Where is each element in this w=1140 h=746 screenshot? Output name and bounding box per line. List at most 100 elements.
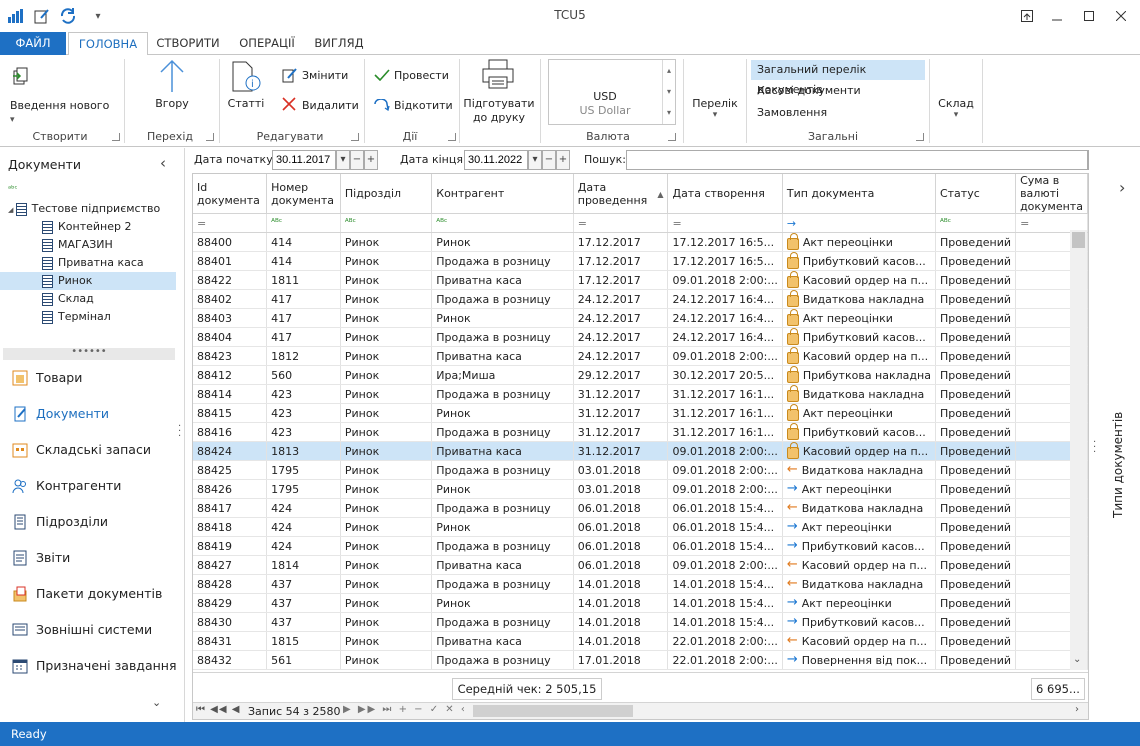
- table-row[interactable]: 88432 561 Ринок Продажа в розницу 17.01.2018…: [193, 650, 1088, 670]
- filter-cell[interactable]: =: [573, 213, 669, 233]
- column-header[interactable]: Номер документа: [266, 174, 341, 214]
- table-row[interactable]: 88403 417 Ринок Ринок 24.12.2017 24.12.2017 1…: [193, 308, 1088, 328]
- nav-item[interactable]: Підрозділи: [12, 510, 108, 534]
- column-header[interactable]: Id документа: [193, 174, 268, 214]
- table-row[interactable]: 88404 417 Ринок Продажа в розницу 24.12.2017…: [193, 327, 1088, 347]
- nav-item[interactable]: Контрагенти: [12, 474, 121, 498]
- column-header[interactable]: Підрозділ: [340, 174, 433, 214]
- nav-first-prev-icon[interactable]: ⏮ ◀◀ ◀: [196, 704, 240, 715]
- filter-cell[interactable]: =: [193, 213, 268, 233]
- scroll-thumb[interactable]: [1072, 232, 1085, 248]
- group-launcher-icon[interactable]: [206, 133, 214, 141]
- column-header[interactable]: Сума в валюті документа: [1015, 174, 1088, 214]
- table-row[interactable]: 88414 423 Ринок Продажа в розницу 31.12.2017…: [193, 384, 1088, 404]
- warehouse-button[interactable]: Склад ▾: [932, 97, 980, 120]
- tab-file[interactable]: ФАЙЛ: [0, 32, 66, 55]
- splitter-handle[interactable]: ••••••: [3, 347, 175, 360]
- new-entry-button[interactable]: Введення нового ▾: [4, 99, 116, 125]
- table-row[interactable]: 88431 1815 Ринок Приватна каса 14.01.2018 22.…: [193, 631, 1088, 651]
- tree-item[interactable]: Ринок: [0, 272, 176, 290]
- table-row[interactable]: 88425 1795 Ринок Продажа в розницу 03.01.201…: [193, 460, 1088, 480]
- tab-create[interactable]: СТВОРИТИ: [150, 32, 226, 55]
- nav-item[interactable]: Зовнішні системи: [12, 618, 152, 642]
- group-launcher-icon[interactable]: [351, 133, 359, 141]
- horizontal-scroll-thumb[interactable]: [473, 705, 633, 717]
- table-row[interactable]: 88423 1812 Ринок Приватна каса 24.12.2017 09.…: [193, 346, 1088, 366]
- panel-drag-dots-icon[interactable]: · · ·: [1093, 438, 1096, 458]
- end-date-dropdown-icon[interactable]: ▾: [528, 150, 542, 170]
- articles-button[interactable]: Статті: [226, 97, 266, 110]
- group-launcher-icon[interactable]: [112, 133, 120, 141]
- group-launcher-icon[interactable]: [668, 133, 676, 141]
- table-row[interactable]: 88428 437 Ринок Продажа в розницу 14.01.2018…: [193, 574, 1088, 594]
- table-row[interactable]: 88418 424 Ринок Ринок 06.01.2018 06.01.2018 1…: [193, 517, 1088, 537]
- table-row[interactable]: 88400 414 Ринок Ринок 17.12.2017 17.12.2017 1…: [193, 232, 1088, 252]
- table-row[interactable]: 88416 423 Ринок Продажа в розницу 31.12.2017…: [193, 422, 1088, 442]
- end-date-input[interactable]: [464, 150, 528, 170]
- table-row[interactable]: 88419 424 Ринок Продажа в розницу 06.01.2018…: [193, 536, 1088, 556]
- post-button[interactable]: Провести: [394, 69, 449, 82]
- nav-more-chevron-icon[interactable]: ⌄: [152, 696, 161, 709]
- table-row[interactable]: 88426 1795 Ринок Ринок 03.01.2018 09.01.2018 …: [193, 479, 1088, 499]
- table-row[interactable]: 88422 1811 Ринок Приватна каса 17.12.2017 09.…: [193, 270, 1088, 290]
- table-row[interactable]: 88427 1814 Ринок Приватна каса 06.01.2018 09.…: [193, 555, 1088, 575]
- vertical-scrollbar[interactable]: ⌄: [1070, 230, 1087, 670]
- list-button[interactable]: Перелік ▾: [688, 97, 742, 120]
- sidebar-drag-dots-icon[interactable]: · · ·: [178, 422, 181, 442]
- start-date-minus-button[interactable]: −: [350, 150, 364, 170]
- group-launcher-icon[interactable]: [448, 133, 456, 141]
- pin-window-icon[interactable]: [1012, 4, 1042, 28]
- start-date-input[interactable]: [272, 150, 336, 170]
- filter-cell[interactable]: =: [667, 213, 783, 233]
- table-row[interactable]: 88415 423 Ринок Ринок 31.12.2017 31.12.2017 1…: [193, 403, 1088, 423]
- column-header[interactable]: Статус: [935, 174, 1017, 214]
- nav-item[interactable]: Товари: [12, 366, 82, 390]
- print-prepare-button[interactable]: Підготувати до друку: [462, 97, 536, 125]
- tree-item[interactable]: МАГАЗИН: [0, 236, 176, 254]
- nav-item[interactable]: Складські запаси: [12, 438, 151, 462]
- group-launcher-icon[interactable]: [916, 133, 924, 141]
- start-date-dropdown-icon[interactable]: ▾: [336, 150, 350, 170]
- filter-cell[interactable]: ᴬᴮᶜ: [266, 213, 341, 233]
- general-cash-docs-button[interactable]: Касові документи: [757, 84, 861, 97]
- tab-home[interactable]: ГОЛОВНА: [68, 32, 148, 56]
- table-row[interactable]: 88401 414 Ринок Продажа в розницу 17.12.2017…: [193, 251, 1088, 271]
- go-up-button[interactable]: Вгору: [140, 97, 204, 110]
- filter-cell[interactable]: ᴬᴮᶜ: [431, 213, 574, 233]
- nav-item[interactable]: Пакети документів: [12, 582, 162, 606]
- nav-item[interactable]: Документи: [12, 402, 109, 426]
- gallery-scroll[interactable]: ▴ ▾ ▾: [662, 60, 675, 124]
- doc-types-panel-tab[interactable]: Типи документів: [1111, 408, 1131, 518]
- tree-item[interactable]: Контейнер 2: [0, 218, 176, 236]
- start-date-plus-button[interactable]: +: [364, 150, 378, 170]
- nav-next-last-icon[interactable]: ▶ ▶▶ ⏭ + − ✓ ✕ ‹: [343, 704, 467, 715]
- table-row[interactable]: 88402 417 Ринок Продажа в розницу 24.12.2017…: [193, 289, 1088, 309]
- tree-item[interactable]: Термінал: [0, 308, 176, 326]
- filter-cell[interactable]: →: [782, 213, 936, 233]
- tree-item[interactable]: Приватна каса: [0, 254, 176, 272]
- scroll-right-icon[interactable]: ›: [1075, 704, 1079, 715]
- tab-view[interactable]: ВИГЛЯД: [306, 32, 372, 55]
- change-button[interactable]: Змінити: [302, 69, 348, 82]
- tree-item[interactable]: ◢ Тестове підприємство: [0, 200, 176, 218]
- collapse-sidebar-icon[interactable]: ‹: [160, 154, 166, 172]
- search-input[interactable]: [626, 150, 1088, 170]
- table-row[interactable]: 88429 437 Ринок Ринок 14.01.2018 14.01.2018 1…: [193, 593, 1088, 613]
- column-header[interactable]: Контрагент: [431, 174, 574, 214]
- filter-cell[interactable]: ᴬᴮᶜ: [935, 213, 1017, 233]
- table-row[interactable]: 88417 424 Ринок Продажа в розницу 06.01.2018…: [193, 498, 1088, 518]
- column-header[interactable]: Тип документа: [782, 174, 936, 214]
- tree-expander-icon[interactable]: ◢: [8, 206, 16, 214]
- general-orders-button[interactable]: Замовлення: [757, 106, 827, 119]
- nav-item[interactable]: Звіти: [12, 546, 70, 570]
- filter-cell[interactable]: ᴬᴮᶜ: [340, 213, 433, 233]
- column-header[interactable]: Дата створення: [667, 174, 783, 214]
- scroll-down-icon[interactable]: ⌄: [1073, 654, 1081, 665]
- delete-button[interactable]: Видалити: [302, 99, 359, 112]
- expand-panel-icon[interactable]: ›: [1119, 178, 1125, 197]
- maximize-icon[interactable]: [1074, 4, 1104, 28]
- tree-item[interactable]: Склад: [0, 290, 176, 308]
- general-all-docs-button[interactable]: Загальний перелік документів: [751, 60, 925, 96]
- nav-item[interactable]: Призначені завдання: [12, 654, 176, 678]
- unpost-button[interactable]: Відкотити: [394, 99, 453, 112]
